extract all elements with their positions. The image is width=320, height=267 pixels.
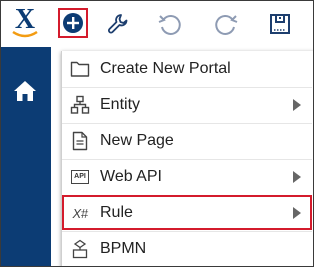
menu-item-new-page[interactable]: New Page bbox=[62, 123, 312, 159]
chevron-right-icon bbox=[292, 170, 302, 184]
rule-icon: X# bbox=[69, 202, 91, 224]
save-button[interactable] bbox=[263, 7, 297, 41]
wrench-icon bbox=[106, 12, 130, 36]
undo-icon bbox=[156, 10, 184, 38]
app-window: X Create New Portal Entity New Page API … bbox=[0, 0, 314, 267]
menu-item-label: New Page bbox=[100, 132, 174, 149]
app-logo: X bbox=[7, 4, 43, 39]
page-icon bbox=[69, 130, 91, 152]
menu-item-label: Web API bbox=[100, 168, 162, 185]
settings-button[interactable] bbox=[103, 7, 133, 41]
folder-icon bbox=[69, 58, 91, 80]
add-menu: Create New Portal Entity New Page API We… bbox=[61, 51, 313, 266]
add-button[interactable] bbox=[58, 8, 88, 38]
redo-icon bbox=[212, 10, 240, 38]
bpmn-icon bbox=[69, 238, 91, 260]
logo-letter: X bbox=[15, 4, 35, 35]
menu-item-label: Rule bbox=[100, 204, 133, 221]
chevron-right-icon bbox=[292, 98, 302, 112]
menu-item-web-api[interactable]: API Web API bbox=[62, 159, 312, 195]
redo-button[interactable] bbox=[209, 7, 243, 41]
menu-item-label: Create New Portal bbox=[100, 60, 231, 77]
menu-item-rule[interactable]: X# Rule bbox=[62, 195, 312, 231]
toolbar: X bbox=[1, 1, 313, 47]
menu-item-bpmn[interactable]: BPMN bbox=[62, 231, 312, 266]
entity-hierarchy-icon bbox=[69, 94, 91, 116]
menu-item-entity[interactable]: Entity bbox=[62, 87, 312, 123]
undo-button[interactable] bbox=[153, 7, 187, 41]
save-icon bbox=[268, 12, 292, 36]
menu-item-label: BPMN bbox=[100, 240, 147, 257]
plus-circle-icon bbox=[62, 12, 84, 34]
api-icon: API bbox=[69, 166, 91, 188]
chevron-right-icon bbox=[292, 206, 302, 220]
left-nav bbox=[1, 47, 51, 266]
menu-item-create-new-portal[interactable]: Create New Portal bbox=[62, 51, 312, 87]
rule-icon-text: X# bbox=[72, 205, 88, 221]
home-icon[interactable] bbox=[12, 79, 38, 103]
api-icon-text: API bbox=[71, 170, 89, 184]
menu-item-label: Entity bbox=[100, 96, 141, 113]
